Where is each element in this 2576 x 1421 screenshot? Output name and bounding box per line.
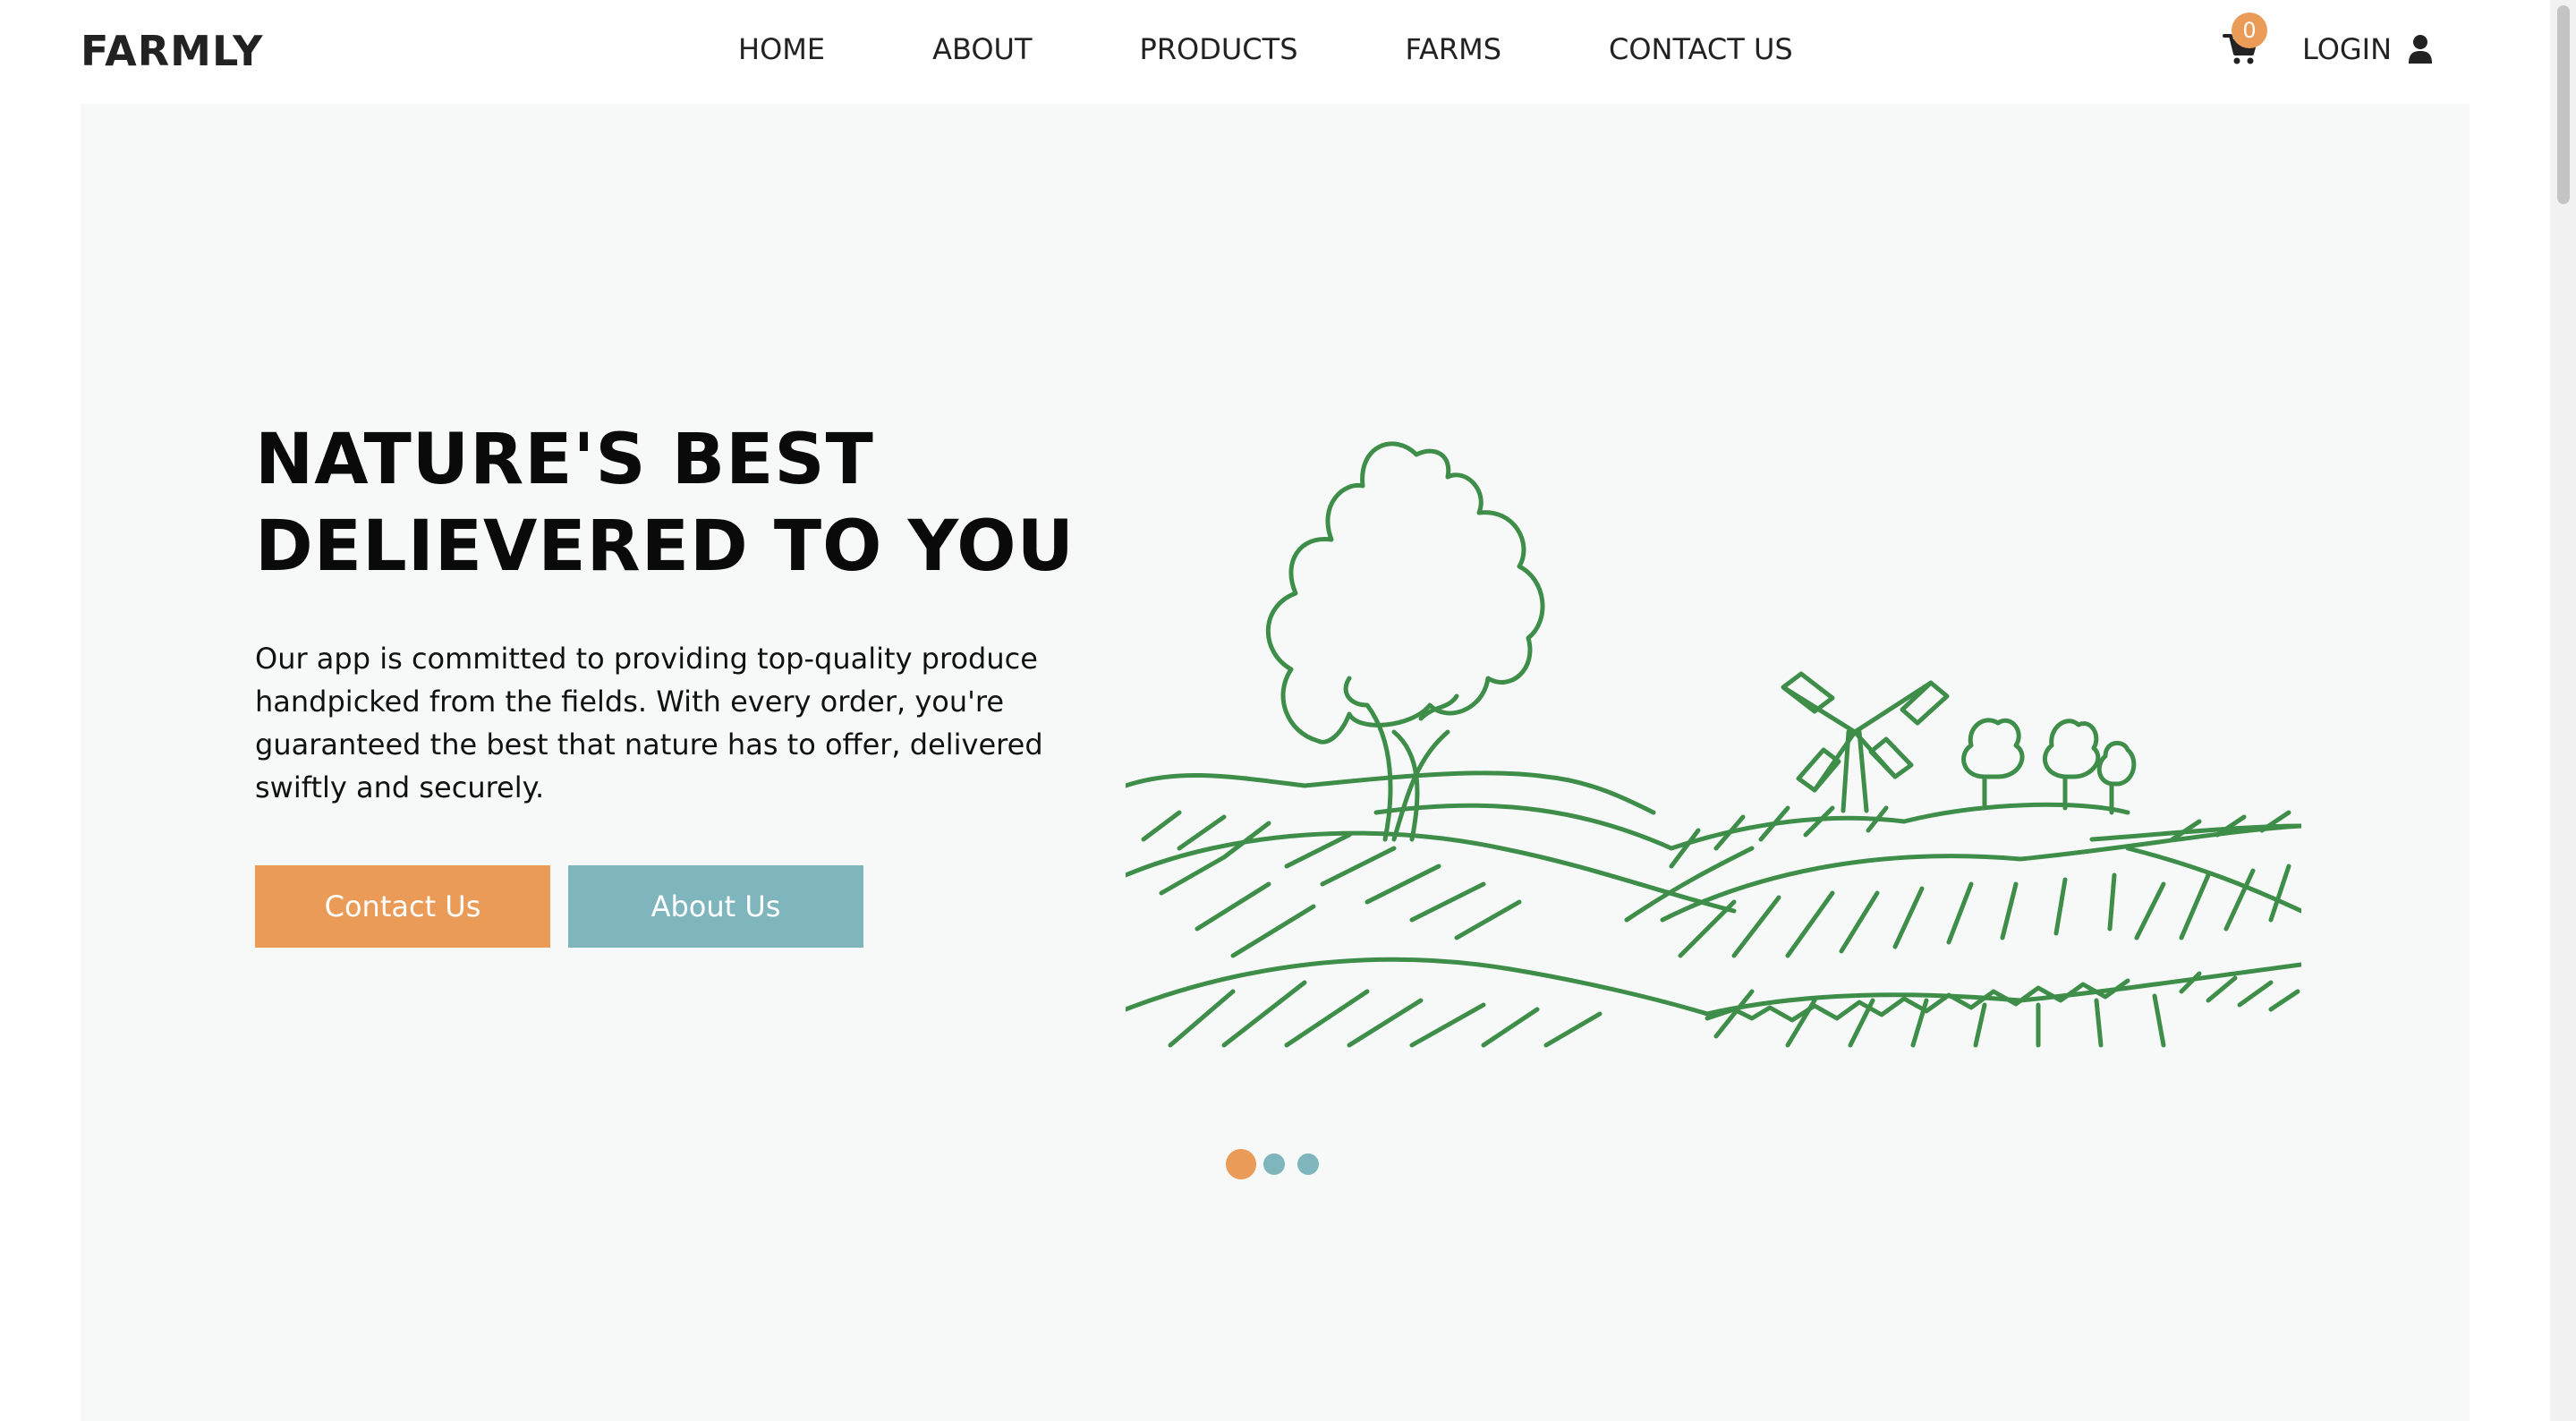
page-scrollbar[interactable]	[2550, 0, 2576, 1421]
hero-title-line-1: NATURE'S BEST	[255, 420, 874, 500]
nav-link-home[interactable]: HOME	[738, 32, 825, 66]
nav-link-contact-us[interactable]: CONTACT US	[1609, 32, 1793, 66]
carousel-dot-2[interactable]	[1263, 1153, 1285, 1175]
carousel-dot-1[interactable]	[1226, 1149, 1256, 1179]
scrollbar-thumb[interactable]	[2557, 5, 2570, 204]
nav-link-products[interactable]: PRODUCTS	[1140, 32, 1298, 66]
hero-description: Our app is committed to providing top-qu…	[255, 642, 1043, 804]
carousel-indicators	[1226, 1149, 1331, 1179]
hero-title-line-2: DELIEVERED TO YOU	[255, 506, 1075, 587]
login-label: LOGIN	[2302, 32, 2393, 66]
carousel-dot-3[interactable]	[1297, 1153, 1319, 1175]
about-us-button[interactable]: About Us	[568, 865, 863, 948]
nav-link-farms[interactable]: FARMS	[1406, 32, 1502, 66]
brand-logo[interactable]: FARMLY	[81, 27, 263, 75]
nav-link-about[interactable]: ABOUT	[932, 32, 1032, 66]
top-navbar: FARMLY HOME ABOUT PRODUCTS FARMS CONTACT…	[0, 0, 2550, 104]
user-icon	[2409, 35, 2433, 64]
main-nav: HOME ABOUT PRODUCTS FARMS CONTACT US	[738, 32, 1793, 66]
cart-count-badge: 0	[2232, 13, 2267, 48]
cart-button[interactable]: 0	[2223, 13, 2267, 68]
hero-section: NATURE'S BEST DELIEVERED TO YOU Our app …	[81, 104, 2470, 1421]
login-button[interactable]: LOGIN	[2302, 32, 2433, 66]
farm-landscape-illustration	[1126, 441, 2301, 1048]
contact-us-button[interactable]: Contact Us	[255, 865, 550, 948]
hero-title: NATURE'S BEST DELIEVERED TO YOU	[255, 417, 1105, 591]
